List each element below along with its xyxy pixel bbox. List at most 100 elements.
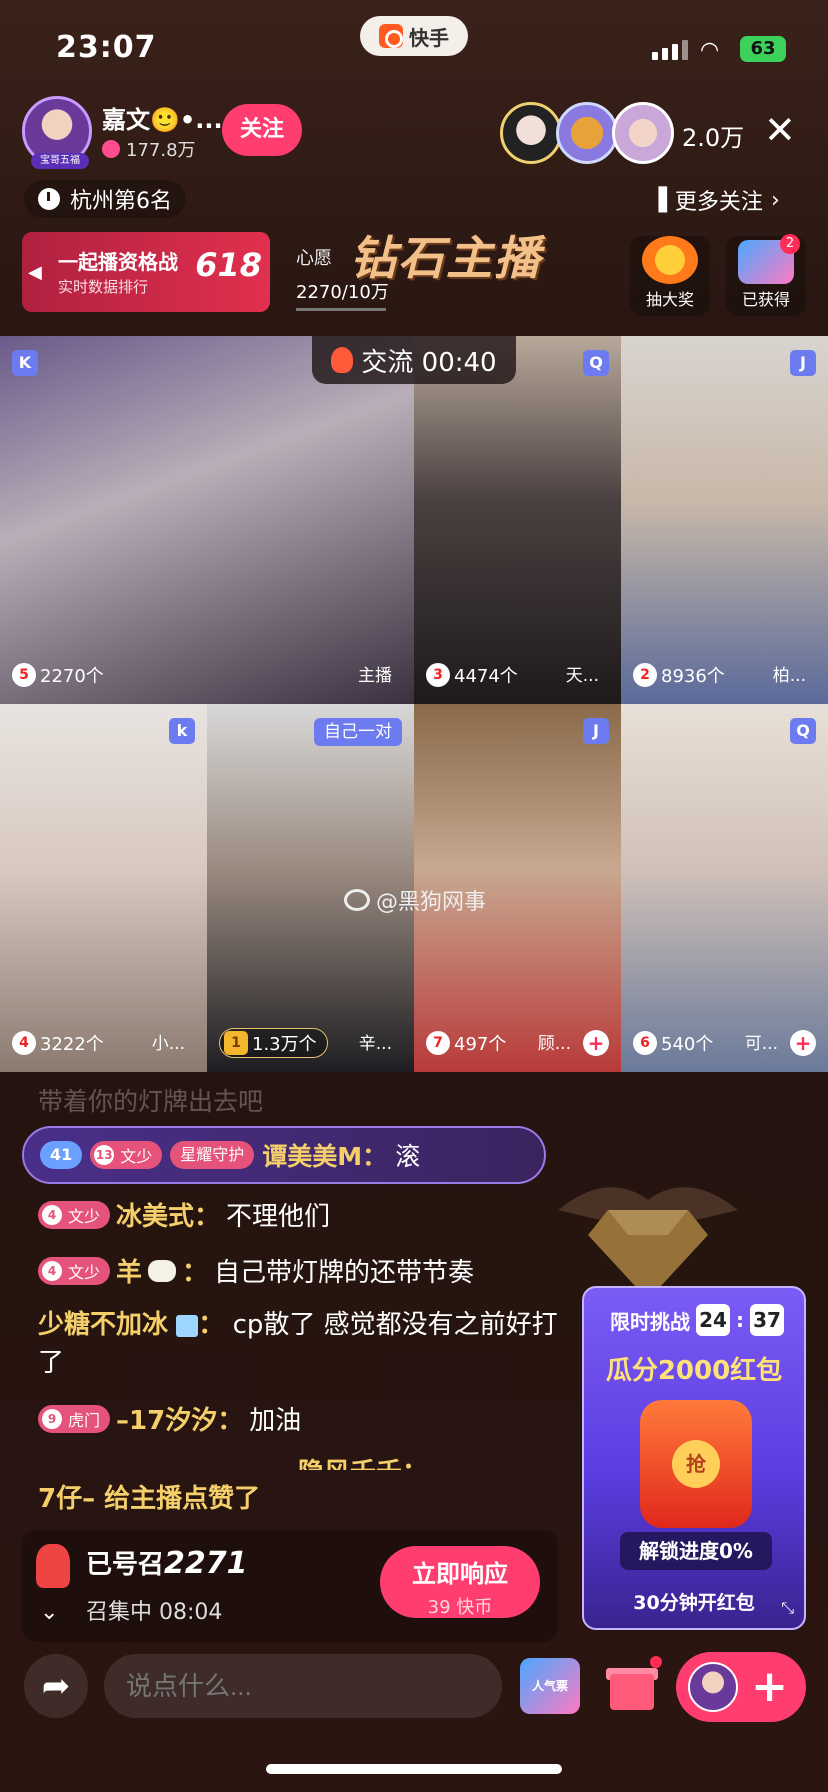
- seat-letter: k: [169, 718, 195, 744]
- host-likes: 177.8万: [102, 136, 196, 162]
- packet-title: 限时挑战: [610, 1309, 690, 1334]
- wish-bar: [296, 308, 386, 311]
- close-icon[interactable]: ✕: [764, 110, 796, 150]
- more-actions-button[interactable]: +: [676, 1652, 806, 1722]
- fan-name: 文少: [68, 1262, 101, 1282]
- summon-panel: 已号召2271 ⌄ 召集中 08:04 立即响应 39 快币: [22, 1530, 558, 1642]
- chat-text: 滚: [395, 1142, 421, 1171]
- watermark-text: @黑狗网事: [376, 890, 487, 915]
- add-guest-icon[interactable]: +: [583, 1030, 609, 1056]
- chat-username[interactable]: 谭美美M：: [262, 1137, 387, 1173]
- host-avatar[interactable]: 宝哥五福: [22, 96, 92, 169]
- video-tile[interactable]: Q 6 540个 可... +: [621, 704, 828, 1072]
- chat-username[interactable]: 隐风千千：: [298, 1452, 428, 1470]
- red-packet-widget[interactable]: 限时挑战 24 : 37 瓜分2000红包 抢 解锁进度0% 30分钟开红包 ⤡: [582, 1286, 806, 1630]
- obtained-button[interactable]: 2 已获得: [726, 234, 806, 316]
- chevron-down-icon[interactable]: ⌄: [40, 1600, 58, 1625]
- gift-count: 1.3万个: [252, 1034, 317, 1055]
- gift-stat: 1 1.3万个: [219, 1028, 328, 1058]
- add-guest-icon[interactable]: +: [790, 1030, 816, 1056]
- chat-message: 4 文少 羊 ： 自己带灯牌的还带节奏: [38, 1252, 474, 1289]
- respond-label: 立即响应: [412, 1560, 508, 1588]
- fan-badge: 9 虎门: [38, 1404, 111, 1433]
- obtained-label: 已获得: [741, 290, 790, 309]
- packet-headline: 瓜分2000红包: [605, 1356, 783, 1386]
- gift-stat: 6 540个: [633, 1028, 713, 1058]
- app-name: 快手: [409, 25, 449, 50]
- gift-count: 540个: [661, 1034, 714, 1055]
- chat-message: 带着你的灯牌出去吧: [38, 1087, 264, 1116]
- summon-count: 2271: [164, 1546, 248, 1581]
- guest-name: 天...: [565, 666, 599, 686]
- app-badge[interactable]: 快手: [360, 16, 468, 56]
- mascot-icon: [36, 1544, 70, 1588]
- chat-text: 不理他们: [226, 1202, 331, 1232]
- packet-footer: 30分钟开红包: [633, 1592, 755, 1614]
- seat-letter: J: [583, 718, 609, 744]
- guard-badge: 星耀守护: [170, 1141, 255, 1169]
- video-tile[interactable]: Q 3 4474个 天...: [414, 336, 621, 704]
- notification-dot: [650, 1656, 662, 1668]
- host-name[interactable]: 嘉文🙂•...: [102, 100, 223, 135]
- video-tile[interactable]: k 4 3222个 小...: [0, 704, 207, 1072]
- respond-button[interactable]: 立即响应 39 快币: [380, 1546, 540, 1618]
- fan-level: 9: [42, 1408, 62, 1429]
- lottery-label: 抽大奖: [645, 290, 694, 309]
- home-indicator[interactable]: [266, 1764, 562, 1774]
- guest-name: 柏...: [772, 666, 806, 686]
- video-tile-host[interactable]: K 5 2270个 主播: [0, 336, 414, 704]
- chat-text: 自己带灯牌的还带节奏: [214, 1258, 475, 1288]
- self-pair-tag: 自己一对: [314, 718, 402, 746]
- chat-username[interactable]: –17汐汐：: [116, 1400, 243, 1437]
- city-rank[interactable]: 杭州第6名: [24, 180, 186, 218]
- seat-letter: K: [12, 350, 38, 376]
- gift-stat: 7 497个: [426, 1028, 506, 1058]
- gift-stat: 5 2270个: [12, 660, 104, 690]
- rank-badge: 6: [633, 1031, 657, 1055]
- chat-username[interactable]: 羊: [116, 1252, 142, 1289]
- video-tile[interactable]: J 2 8936个 柏...: [621, 336, 828, 704]
- seat-letter: J: [790, 350, 816, 376]
- user-avatar: [688, 1662, 738, 1712]
- diamond-host-title: 钻石主播: [350, 231, 542, 285]
- chat-username[interactable]: 冰美式：: [116, 1196, 220, 1233]
- weibo-icon: [344, 889, 370, 911]
- banner-title: 一起播资格战: [58, 250, 178, 274]
- packet-header: 限时挑战 24 : 37: [610, 1304, 784, 1336]
- lottery-button[interactable]: 抽大奖: [630, 236, 710, 316]
- packet-minutes: 24: [696, 1304, 730, 1336]
- follow-button[interactable]: 关注: [222, 104, 302, 156]
- guest-name: 小...: [151, 1034, 185, 1054]
- chat-username[interactable]: 少糖不加冰: [38, 1310, 168, 1340]
- gift-button[interactable]: [604, 1656, 662, 1714]
- comment-input[interactable]: [104, 1654, 502, 1718]
- viewer-avatar[interactable]: [500, 102, 562, 164]
- viewer-avatar[interactable]: [556, 102, 618, 164]
- chat-message: 4 文少 冰美式： 不理他们: [38, 1196, 330, 1233]
- event-banner[interactable]: ◀ 一起播资格战 实时数据排行 618: [22, 232, 270, 312]
- more-follow-button[interactable]: ▐ 更多关注 ›: [650, 184, 780, 216]
- host-likes-count: 177.8万: [126, 140, 196, 161]
- user-level-badge: 41: [40, 1141, 83, 1169]
- chat-colon: ：: [182, 1258, 209, 1288]
- fan-name: 文少: [68, 1206, 101, 1226]
- share-icon[interactable]: ➦: [24, 1654, 88, 1718]
- collapse-icon[interactable]: ⤡: [781, 1598, 794, 1618]
- popularity-ticket-button[interactable]: 人气票: [520, 1658, 580, 1714]
- chat-message-partial: 隐风千千：: [38, 1452, 428, 1470]
- wifi-icon: ◠: [700, 38, 720, 63]
- time-separator: :: [736, 1308, 744, 1332]
- fan-name: 文少: [120, 1147, 153, 1166]
- viewer-avatar[interactable]: [612, 102, 674, 164]
- summon-prefix: 已号召: [86, 1550, 165, 1580]
- chevron-right-icon: ›: [770, 187, 780, 213]
- guest-name: 可...: [744, 1034, 778, 1054]
- summon-title: 已号召2271: [86, 1544, 248, 1581]
- banner-subtitle: 实时数据排行: [58, 278, 149, 296]
- rank-badge: 1: [224, 1031, 248, 1055]
- viewer-count[interactable]: 2.0万: [682, 118, 744, 153]
- clock-icon: [38, 188, 60, 210]
- multi-guest-grid: K 5 2270个 主播 Q 3 4474个 天... J 2 8936个 柏.…: [0, 336, 828, 1072]
- like-notice: 7仔– 给主播点赞了: [38, 1484, 261, 1514]
- fan-name: 虎门: [68, 1410, 101, 1430]
